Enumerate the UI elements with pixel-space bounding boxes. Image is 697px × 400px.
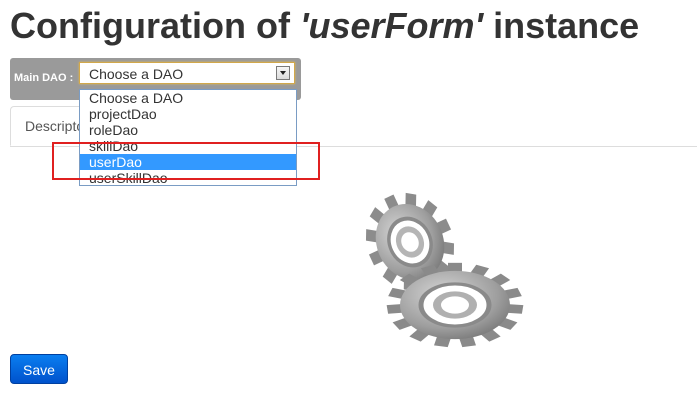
dao-option-projectdao[interactable]: projectDao (80, 106, 296, 122)
dropdown-arrow-icon[interactable] (276, 66, 290, 80)
page-title-prefix: Configuration of (10, 5, 300, 46)
main-dao-select[interactable]: Choose a DAO (79, 62, 295, 84)
main-dao-select-value: Choose a DAO (89, 66, 184, 82)
annotation-highlight-box (52, 142, 320, 180)
gears-icon (365, 192, 524, 348)
page: Configuration of 'userForm' instance Mai… (0, 0, 697, 400)
instance-name: 'userForm' (299, 5, 484, 46)
page-title: Configuration of 'userForm' instance (10, 3, 639, 49)
dao-option-choose[interactable]: Choose a DAO (80, 90, 296, 106)
dao-option-roledao[interactable]: roleDao (80, 122, 296, 138)
main-dao-label: Main DAO : (14, 72, 74, 84)
save-button[interactable]: Save (10, 354, 68, 384)
page-title-suffix: instance (483, 5, 640, 46)
